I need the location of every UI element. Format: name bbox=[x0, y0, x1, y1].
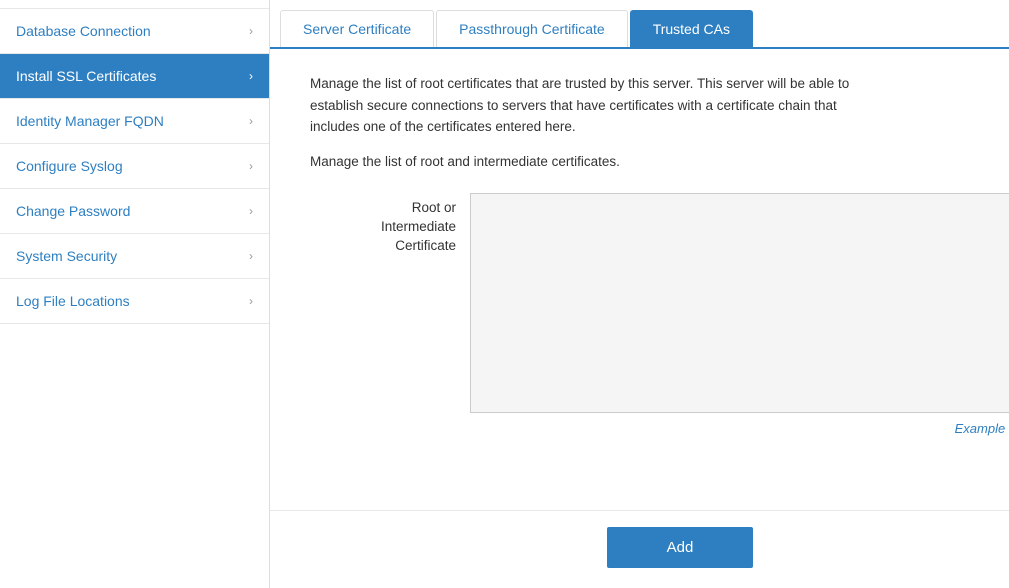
label-line2: Intermediate bbox=[381, 219, 456, 234]
sidebar-item-label: Identity Manager FQDN bbox=[16, 113, 164, 129]
chevron-right-icon: › bbox=[249, 24, 253, 38]
label-line1: Root or bbox=[412, 200, 456, 215]
main-content: Server CertificatePassthrough Certificat… bbox=[270, 0, 1009, 588]
chevron-right-icon: › bbox=[249, 249, 253, 263]
sidebar-item-label: Install SSL Certificates bbox=[16, 68, 156, 84]
sidebar-item-label: Log File Locations bbox=[16, 293, 130, 309]
sidebar-item-log-file-locations[interactable]: Log File Locations › bbox=[0, 279, 269, 324]
tab-passthrough-certificate[interactable]: Passthrough Certificate bbox=[436, 10, 628, 47]
certificate-form-row: Root or Intermediate Certificate bbox=[310, 193, 1009, 413]
tab-trusted-cas[interactable]: Trusted CAs bbox=[630, 10, 753, 47]
certificate-textarea[interactable] bbox=[470, 193, 1009, 413]
sidebar-item-identity-manager-fqdn[interactable]: Identity Manager FQDN › bbox=[0, 99, 269, 144]
sidebar-item-change-password[interactable]: Change Password › bbox=[0, 189, 269, 234]
chevron-right-icon: › bbox=[249, 114, 253, 128]
manage-text: Manage the list of root and intermediate… bbox=[310, 154, 1009, 169]
example-link-row: Example Format bbox=[310, 421, 1009, 436]
chevron-right-icon: › bbox=[249, 204, 253, 218]
chevron-right-icon: › bbox=[249, 159, 253, 173]
content-area: Manage the list of root certificates tha… bbox=[270, 49, 1009, 510]
sidebar-item-configure-syslog[interactable]: Configure Syslog › bbox=[0, 144, 269, 189]
chevron-right-icon: › bbox=[249, 294, 253, 308]
example-format-link[interactable]: Example Format bbox=[955, 421, 1009, 436]
sidebar-item-system-security[interactable]: System Security › bbox=[0, 234, 269, 279]
sidebar-item-label: Database Connection bbox=[16, 23, 151, 39]
sidebar-item-install-ssl-certificates[interactable]: Install SSL Certificates › bbox=[0, 54, 269, 99]
bottom-area: Add bbox=[270, 510, 1009, 588]
certificate-label: Root or Intermediate Certificate bbox=[310, 193, 470, 256]
sidebar-item-database-connection[interactable]: Database Connection › bbox=[0, 8, 269, 54]
label-line3: Certificate bbox=[395, 238, 456, 253]
description-text: Manage the list of root certificates tha… bbox=[310, 73, 890, 138]
sidebar-item-label: Change Password bbox=[16, 203, 130, 219]
tabs-container: Server CertificatePassthrough Certificat… bbox=[270, 0, 1009, 49]
tab-server-certificate[interactable]: Server Certificate bbox=[280, 10, 434, 47]
chevron-right-icon: › bbox=[249, 69, 253, 83]
sidebar-item-label: Configure Syslog bbox=[16, 158, 123, 174]
sidebar-item-label: System Security bbox=[16, 248, 117, 264]
add-button[interactable]: Add bbox=[607, 527, 754, 568]
sidebar: Database Connection›Install SSL Certific… bbox=[0, 0, 270, 588]
